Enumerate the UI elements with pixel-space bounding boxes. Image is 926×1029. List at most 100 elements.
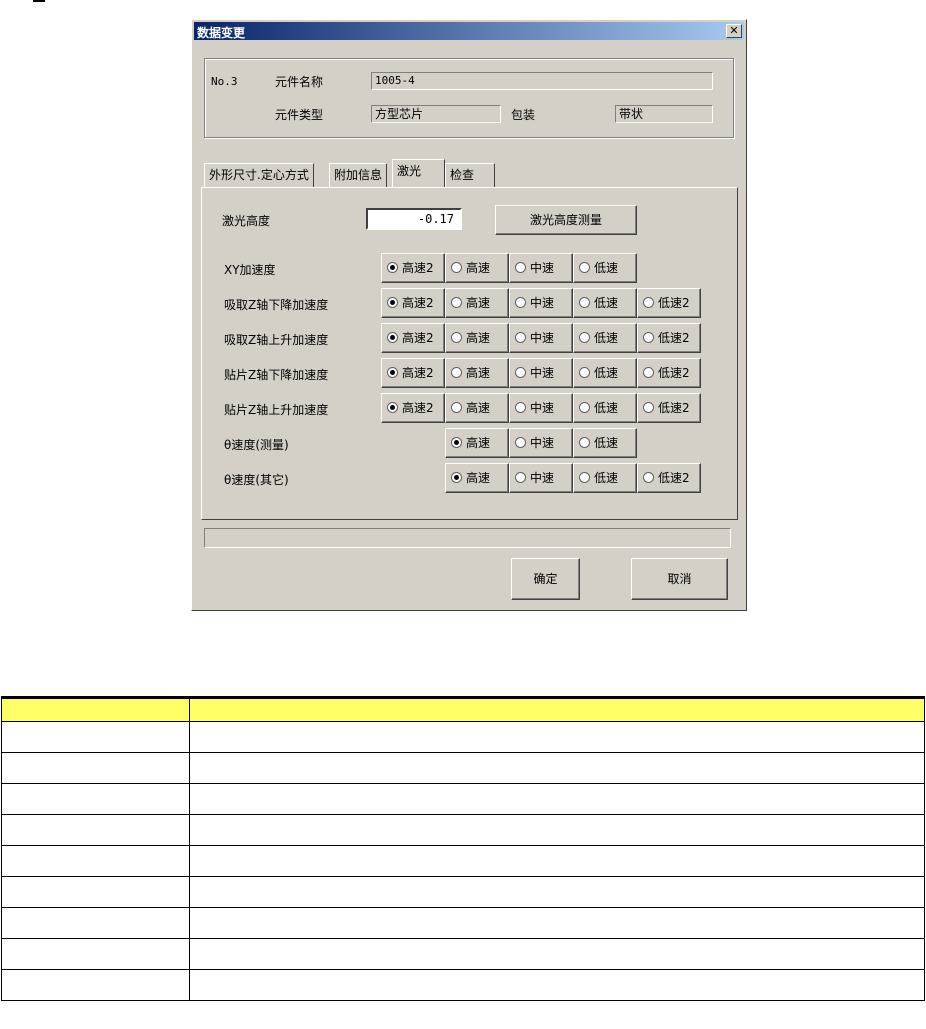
radio-option-label: 中速 [530, 366, 555, 380]
data-change-dialog: 数据变更 ✕ No.3 元件名称 1005-4 元件类型 方型芯片 包装 带状 … [191, 19, 747, 611]
radio-option-label: 低速 [594, 471, 619, 485]
document-table [1, 696, 925, 1001]
tab-outline-centering[interactable]: 外形尺寸.定心方式 [204, 163, 314, 187]
table-cell [1, 845, 190, 877]
speed-radio-option[interactable]: 低速2 [637, 323, 701, 353]
speed-radio-option[interactable]: 高速 [445, 253, 509, 283]
speed-radio-option[interactable]: 高速2 [381, 358, 445, 388]
table-cell [189, 938, 925, 970]
speed-radio-option[interactable]: 中速 [509, 428, 573, 458]
radio-option-label: 低速 [594, 366, 619, 380]
speed-radio-option[interactable]: 中速 [509, 358, 573, 388]
speed-row-label: θ速度(测量) [224, 438, 289, 452]
speed-radio-option[interactable]: 中速 [509, 463, 573, 493]
radio-option-label: 高速2 [402, 366, 434, 380]
table-cell [1, 752, 190, 784]
ok-button[interactable]: 确定 [511, 558, 580, 600]
speed-radio-option[interactable]: 低速 [573, 253, 637, 283]
speed-row-label: θ速度(其它) [224, 473, 289, 487]
speed-radio-option[interactable]: 高速 [445, 393, 509, 423]
speed-row-label: 贴片Z轴下降加速度 [224, 368, 329, 382]
package-label: 包装 [511, 108, 536, 122]
radio-unchecked-icon [579, 262, 590, 273]
table-row [1, 752, 925, 784]
dialog-title: 数据变更 [197, 26, 246, 40]
radio-option-label: 中速 [530, 401, 555, 415]
cancel-button[interactable]: 取消 [631, 558, 728, 600]
table-cell [189, 845, 925, 877]
table-cell [1, 876, 190, 908]
radio-unchecked-icon [643, 332, 654, 343]
speed-radio-option[interactable]: 低速 [573, 463, 637, 493]
speed-radio-option[interactable]: 高速2 [381, 323, 445, 353]
speed-radio-option[interactable]: 高速 [445, 463, 509, 493]
table-cell [1, 721, 190, 753]
table-row [1, 876, 925, 908]
radio-option-label: 中速 [530, 296, 555, 310]
speed-radio-option[interactable]: 低速 [573, 323, 637, 353]
radio-checked-icon [451, 437, 462, 448]
speed-row-label: XY加速度 [224, 263, 276, 277]
speed-radio-option[interactable]: 中速 [509, 288, 573, 318]
speed-radio-option[interactable]: 低速 [573, 428, 637, 458]
close-icon[interactable]: ✕ [726, 24, 742, 38]
table-header-cell [189, 697, 925, 722]
radio-option-label: 低速2 [658, 296, 690, 310]
table-cell [189, 814, 925, 846]
speed-radio-option[interactable]: 高速2 [381, 393, 445, 423]
radio-option-label: 高速 [466, 261, 491, 275]
speed-row-label: 吸取Z轴下降加速度 [224, 298, 329, 312]
speed-radio-option[interactable]: 低速 [573, 288, 637, 318]
speed-radio-option[interactable]: 低速2 [637, 288, 701, 318]
speed-radio-option[interactable]: 低速 [573, 358, 637, 388]
tab-inspection[interactable]: 检查 [445, 163, 495, 187]
speed-radio-option[interactable]: 中速 [509, 323, 573, 353]
radio-checked-icon [387, 332, 398, 343]
speed-radio-option[interactable]: 高速 [445, 288, 509, 318]
radio-unchecked-icon [579, 297, 590, 308]
speed-radio-option[interactable]: 高速 [445, 428, 509, 458]
speed-radio-option[interactable]: 低速2 [637, 358, 701, 388]
speed-radio-option[interactable]: 低速2 [637, 393, 701, 423]
radio-unchecked-icon [451, 367, 462, 378]
speed-radio-option[interactable]: 高速2 [381, 253, 445, 283]
tab-laser[interactable]: 激光 [392, 159, 445, 187]
radio-option-label: 中速 [530, 261, 555, 275]
radio-option-label: 高速 [466, 471, 491, 485]
radio-option-label: 低速 [594, 436, 619, 450]
status-bar [204, 528, 731, 548]
speed-radio-option[interactable]: 低速 [573, 393, 637, 423]
speed-radio-option[interactable]: 高速2 [381, 288, 445, 318]
speed-radio-option[interactable]: 低速2 [637, 463, 701, 493]
radio-unchecked-icon [515, 262, 526, 273]
radio-unchecked-icon [643, 367, 654, 378]
radio-checked-icon [387, 297, 398, 308]
radio-option-label: 高速2 [402, 296, 434, 310]
laser-height-label: 激光高度 [222, 214, 271, 228]
laser-height-input[interactable]: -0.17 [366, 208, 462, 230]
radio-unchecked-icon [451, 332, 462, 343]
radio-unchecked-icon [643, 402, 654, 413]
radio-option-label: 高速 [466, 401, 491, 415]
speed-radio-option[interactable]: 高速 [445, 358, 509, 388]
radio-option-label: 中速 [530, 471, 555, 485]
speed-radio-option[interactable]: 中速 [509, 393, 573, 423]
radio-option-label: 低速 [594, 401, 619, 415]
speed-row-label: 吸取Z轴上升加速度 [224, 333, 329, 347]
radio-option-label: 低速2 [658, 366, 690, 380]
part-info-group: No.3 元件名称 1005-4 元件类型 方型芯片 包装 带状 [204, 58, 734, 138]
radio-option-label: 高速2 [402, 261, 434, 275]
table-cell [189, 876, 925, 908]
radio-unchecked-icon [515, 332, 526, 343]
table-cell [1, 938, 190, 970]
speed-radio-option[interactable]: 中速 [509, 253, 573, 283]
table-cell [1, 907, 190, 939]
laser-height-measure-button[interactable]: 激光高度测量 [495, 205, 637, 235]
radio-unchecked-icon [451, 402, 462, 413]
radio-unchecked-icon [451, 262, 462, 273]
radio-option-label: 低速 [594, 261, 619, 275]
radio-unchecked-icon [579, 332, 590, 343]
speed-radio-option[interactable]: 高速 [445, 323, 509, 353]
table-cell [189, 907, 925, 939]
tab-additional-info[interactable]: 附加信息 [329, 163, 388, 187]
